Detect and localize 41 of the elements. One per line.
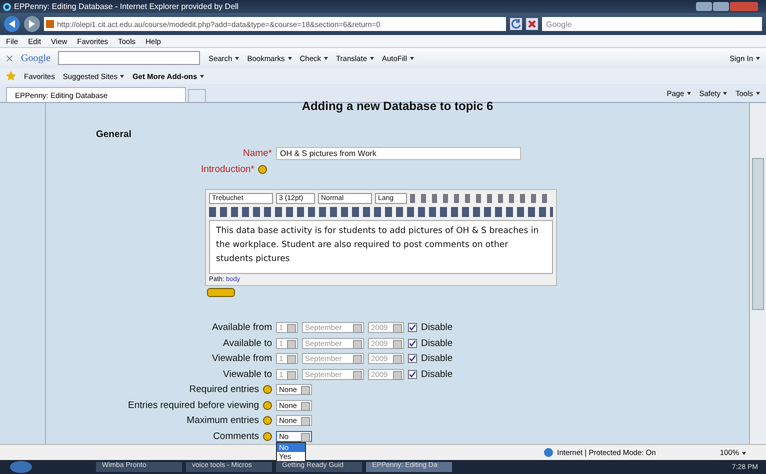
forward-button[interactable] [24, 16, 40, 32]
checkbox[interactable] [408, 370, 417, 379]
help-icon[interactable] [258, 164, 268, 174]
google-logo: Google [21, 52, 50, 64]
scrollbar[interactable] [750, 103, 766, 444]
checkbox-label: Disable [421, 338, 453, 349]
name-input[interactable]: OH & S pictures from Work [276, 147, 521, 160]
globe-icon [544, 448, 554, 457]
checkbox[interactable] [408, 354, 417, 364]
checkbox[interactable] [408, 338, 417, 348]
field-label: Available to [223, 338, 272, 349]
window-title: EPPenny: Editing Database - Internet Explorer provided by Dell [14, 2, 239, 11]
field-label: Viewable from [212, 353, 272, 364]
back-button[interactable] [4, 16, 20, 32]
field-label: Viewable to [223, 368, 272, 380]
field-label: Introduction* [201, 164, 254, 175]
field-label: Comments [213, 430, 259, 442]
intro-text: This data base activity is for students to add pictures of OH & S breaches in the workplace. Student are also required to post comments on other students pictures [216, 226, 539, 264]
stop-icon[interactable] [526, 18, 538, 30]
checkbox-label: Disable [421, 322, 453, 334]
field-label: Maximum entries [186, 415, 259, 426]
field-label: Available from [212, 322, 272, 334]
close-toolbar-icon[interactable] [6, 54, 13, 62]
start-button[interactable] [10, 461, 32, 473]
browser-logo-icon [3, 2, 11, 10]
help-button[interactable] [207, 288, 235, 297]
field-label: Required entries [189, 384, 259, 396]
page-heading: Adding a new Database to topic 6 [300, 99, 494, 111]
checkbox-label: Disable [421, 368, 453, 380]
checkbox[interactable] [408, 323, 417, 332]
field-label: Name* [242, 148, 272, 160]
star-icon[interactable] [6, 71, 16, 81]
checkbox-label: Disable [421, 353, 453, 364]
field-label: Entries required before viewing [128, 400, 259, 411]
site-icon [46, 20, 54, 28]
editor-toolbar-drawing[interactable] [209, 207, 553, 217]
text-area[interactable]: This data base activity is for students to add pictures of OH & S breaches in the workplace. Student are also required to post comments on other students pictures [209, 220, 553, 274]
search-field[interactable]: Google [542, 17, 762, 31]
refresh-icon[interactable] [510, 18, 522, 30]
google-search-field[interactable] [58, 51, 200, 65]
section-title: General [96, 129, 132, 140]
